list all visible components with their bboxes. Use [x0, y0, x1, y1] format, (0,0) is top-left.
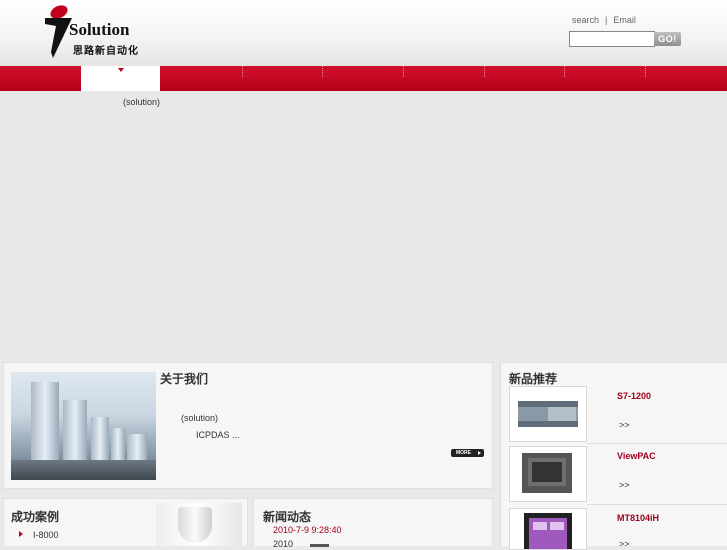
link-separator: |: [605, 15, 608, 25]
news-panel: 新闻动态 2010-7-9 9:28:40 2010: [253, 498, 493, 549]
search-input[interactable]: [569, 31, 655, 47]
news-timestamp: 2010-7-9 9:28:40: [273, 525, 342, 535]
nav-divider: [484, 66, 486, 77]
about-title: 关于我们: [160, 372, 209, 386]
nav-divider: [322, 66, 324, 77]
news-title: 新闻动态: [263, 510, 312, 524]
more-label: MORE: [456, 450, 471, 456]
trophy-image: [156, 503, 242, 546]
divider: [587, 504, 727, 505]
banner: (solution): [0, 91, 727, 361]
top-links: search | Email: [572, 15, 636, 25]
news-badge: [310, 544, 329, 547]
go-button[interactable]: GO!: [654, 32, 681, 46]
about-photo: [11, 372, 156, 480]
product-image-viewpac[interactable]: [509, 446, 587, 502]
about-text-1: (solution): [181, 413, 219, 423]
cases-panel: 成功案例 I-8000: [3, 498, 248, 546]
product-name[interactable]: ViewPAC: [617, 451, 656, 461]
product-more-link[interactable]: >>: [619, 480, 630, 490]
nav-divider: [242, 66, 244, 77]
nav-active-arrow-icon: [118, 68, 124, 72]
about-panel: 关于我们 (solution) ICPDAS ... MORE: [3, 362, 493, 489]
site-logo[interactable]: Solution 思路新自动化: [42, 2, 152, 60]
product-image-s7-1200[interactable]: [509, 386, 587, 442]
case-item[interactable]: I-8000: [19, 530, 59, 540]
product-name[interactable]: S7-1200: [617, 391, 651, 401]
cases-title: 成功案例: [11, 510, 60, 524]
product-name[interactable]: MT8104iH: [617, 513, 659, 523]
more-button[interactable]: MORE: [451, 449, 484, 457]
header: Solution 思路新自动化 search | Email GO!: [0, 0, 727, 66]
main-nav: [0, 66, 727, 91]
product-image-mt8104ih[interactable]: [509, 508, 587, 550]
products-title: 新品推荐: [509, 372, 558, 386]
play-arrow-icon: [478, 451, 481, 455]
products-panel: 新品推荐 S7-1200 >> ViewPAC >> MT8104iH >>: [500, 362, 727, 550]
bullet-icon: [19, 531, 23, 537]
divider: [587, 443, 727, 444]
case-label: I-8000: [33, 530, 59, 540]
nav-divider: [403, 66, 405, 77]
logo-brand-cn: 思路新自动化: [73, 46, 139, 57]
product-more-link[interactable]: >>: [619, 420, 630, 430]
nav-divider: [564, 66, 566, 77]
nav-divider: [645, 66, 647, 77]
about-text-2: ICPDAS ...: [196, 430, 240, 440]
banner-text: (solution): [123, 97, 161, 107]
product-more-link[interactable]: >>: [619, 539, 630, 549]
search-link[interactable]: search: [572, 15, 599, 25]
news-item[interactable]: 2010: [273, 539, 293, 549]
nav-item-home[interactable]: [81, 66, 160, 91]
logo-brand-text: Solution: [69, 20, 130, 39]
email-link[interactable]: Email: [613, 15, 636, 25]
